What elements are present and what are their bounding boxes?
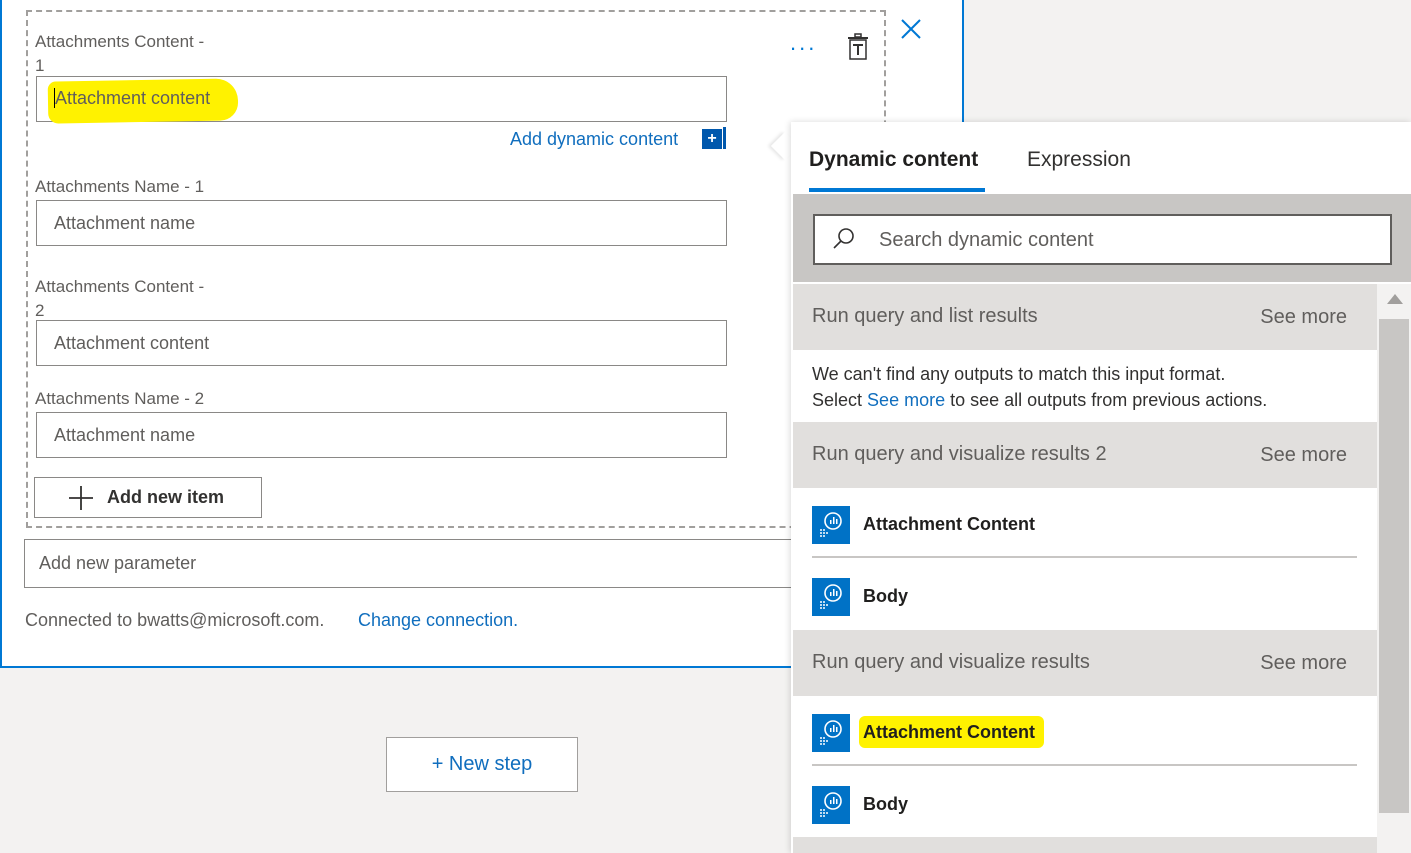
message-line: Select See more to see all outputs from … — [812, 387, 1267, 413]
field-label-name-2: Attachments Name - 2 — [35, 389, 205, 408]
kusto-icon — [812, 714, 850, 752]
field-label-line1: Attachments Content - — [35, 277, 205, 296]
close-icon[interactable] — [898, 16, 924, 42]
tab-expression[interactable]: Expression — [1027, 146, 1131, 174]
connection-text: Connected to bwatts@microsoft.com. — [25, 610, 325, 630]
item-separator — [812, 764, 1357, 766]
message-text: to see all outputs from previous actions… — [950, 390, 1268, 410]
see-more-link[interactable]: See more — [1260, 305, 1347, 329]
section-header: Run query and visualize results 2 See mo… — [793, 422, 1377, 488]
field-label-content-1: Attachments Content - 1 — [35, 30, 204, 78]
attachment-name-2-input[interactable]: Attachment name — [36, 412, 727, 458]
field-label-content-2: Attachments Content - 2 — [35, 275, 204, 323]
field-label-line1: Attachments Content - — [35, 32, 205, 51]
add-dynamic-content-link[interactable]: Add dynamic content — [510, 127, 678, 151]
dynamic-content-list: Run query and list results See more We c… — [793, 284, 1377, 853]
kusto-icon — [812, 786, 850, 824]
item-label: Attachment Content — [863, 722, 1035, 742]
text-caret — [54, 88, 55, 108]
scroll-up-icon[interactable] — [1387, 294, 1403, 304]
item-label: Body — [863, 586, 908, 606]
section-title: Run query and list results — [812, 305, 1038, 327]
see-more-link[interactable]: See more — [1260, 443, 1347, 467]
see-more-link[interactable]: See more — [1260, 651, 1347, 675]
message-line: We can't find any outputs to match this … — [812, 364, 1226, 384]
search-icon — [833, 228, 854, 249]
field-label-name-1: Attachments Name - 1 — [35, 177, 205, 196]
attachment-content-1-value: Attachment content — [55, 88, 211, 108]
field-label-line2: 1 — [35, 56, 45, 75]
attachment-content-2-input[interactable]: Attachment content — [36, 320, 727, 366]
active-tab-indicator — [809, 188, 985, 192]
section-header: Run query and list results See more — [793, 284, 1377, 350]
kusto-icon — [812, 506, 850, 544]
section-title: Run query and visualize results — [812, 651, 1090, 673]
see-more-inline-link[interactable]: See more — [867, 390, 945, 410]
dynamic-content-panel: Dynamic content Expression Search dynami… — [791, 122, 1411, 853]
add-new-item-label: Add new item — [107, 487, 225, 507]
message-text: Select — [812, 390, 863, 410]
item-label: Body — [863, 794, 908, 814]
more-options-icon[interactable]: ... — [790, 30, 817, 56]
item-label: Attachment Content — [863, 514, 1035, 534]
list-item[interactable]: Body — [793, 560, 1377, 632]
list-item[interactable]: Attachment Content — [793, 696, 1377, 768]
search-input[interactable]: Search dynamic content — [813, 214, 1392, 265]
search-placeholder: Search dynamic content — [879, 229, 1094, 251]
dynamic-button-edge — [723, 127, 726, 149]
list-item[interactable]: Attachment Content — [793, 488, 1377, 560]
search-area: Search dynamic content — [793, 194, 1411, 282]
add-dynamic-content-button[interactable]: + — [702, 129, 722, 149]
section-header: Run query and visualize results See more — [793, 630, 1377, 696]
next-section-header — [793, 837, 1377, 853]
tab-dynamic-content[interactable]: Dynamic content — [809, 146, 978, 174]
add-new-item-button[interactable]: Add new item — [34, 477, 262, 518]
list-item[interactable]: Body — [793, 768, 1377, 840]
no-outputs-message: We can't find any outputs to match this … — [812, 361, 1267, 413]
kusto-icon — [812, 578, 850, 616]
scrollbar[interactable] — [1377, 284, 1411, 853]
add-new-parameter-dropdown[interactable]: Add new parameter — [24, 539, 824, 588]
section-title: Run query and visualize results 2 — [812, 443, 1107, 465]
scroll-thumb[interactable] — [1379, 319, 1409, 813]
plus-icon — [69, 485, 93, 510]
attachment-name-1-input[interactable]: Attachment name — [36, 200, 727, 246]
change-connection-link[interactable]: Change connection. — [358, 608, 518, 632]
new-step-button[interactable]: + New step — [386, 737, 578, 792]
delete-icon[interactable] — [844, 33, 872, 61]
item-separator — [812, 556, 1357, 558]
